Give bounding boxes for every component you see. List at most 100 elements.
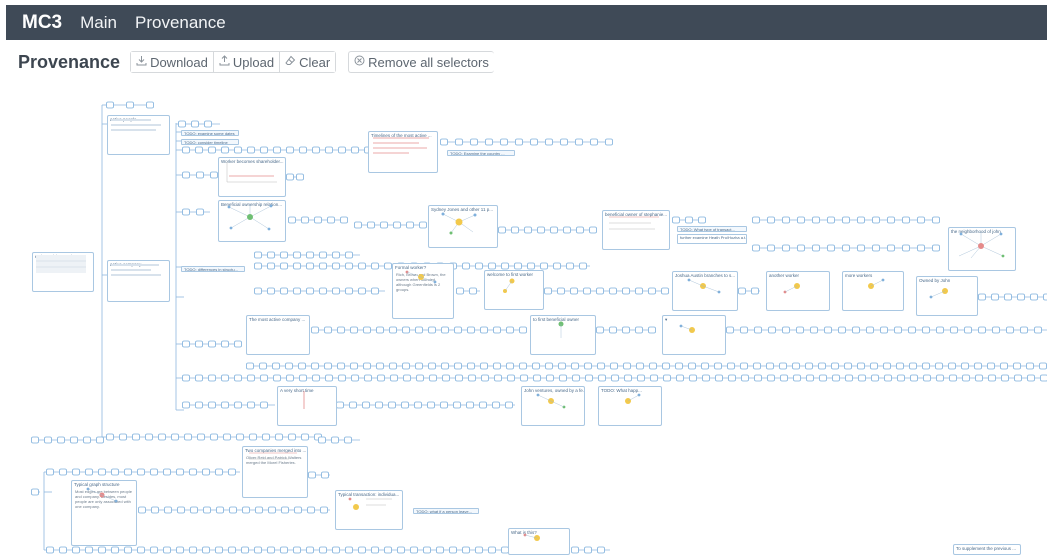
state-node[interactable] xyxy=(306,251,314,259)
card-timelines[interactable]: Timelines of the most active ... xyxy=(368,131,438,173)
state-node[interactable] xyxy=(455,138,463,146)
state-node[interactable] xyxy=(331,436,339,444)
state-node[interactable] xyxy=(698,216,706,224)
state-node[interactable] xyxy=(306,546,314,554)
state-node[interactable] xyxy=(902,244,910,252)
state-node[interactable] xyxy=(340,216,348,224)
tag-examine-dates[interactable]: TODO: examine some dates xyxy=(181,130,239,136)
state-node[interactable] xyxy=(480,362,488,370)
state-node[interactable] xyxy=(267,251,275,259)
state-node[interactable] xyxy=(98,468,106,476)
state-node[interactable] xyxy=(792,362,800,370)
state-node[interactable] xyxy=(280,287,288,295)
state-node[interactable] xyxy=(527,262,535,270)
state-node[interactable] xyxy=(609,287,617,295)
state-node[interactable] xyxy=(844,362,852,370)
state-node[interactable] xyxy=(610,362,618,370)
state-node[interactable] xyxy=(842,216,850,224)
state-node[interactable] xyxy=(229,506,237,514)
state-node[interactable] xyxy=(189,546,197,554)
state-node[interactable] xyxy=(515,138,523,146)
state-node[interactable] xyxy=(223,433,231,441)
state-node[interactable] xyxy=(132,433,140,441)
state-node[interactable] xyxy=(427,401,435,409)
state-node[interactable] xyxy=(254,546,262,554)
card-first-beneficial[interactable]: to first beneficial owner xyxy=(530,315,596,355)
state-node[interactable] xyxy=(234,401,242,409)
state-node[interactable] xyxy=(672,216,680,224)
card-formal-worker[interactable]: Formal worker? Rich, Brown and Brown, th… xyxy=(392,263,454,319)
state-node[interactable] xyxy=(384,546,392,554)
state-node[interactable] xyxy=(812,216,820,224)
state-node[interactable] xyxy=(493,362,501,370)
state-node[interactable] xyxy=(831,362,839,370)
state-node[interactable] xyxy=(454,362,462,370)
state-node[interactable] xyxy=(406,221,414,229)
card-typical-transaction[interactable]: Typical transaction: individua... xyxy=(335,490,403,530)
state-node[interactable] xyxy=(987,362,995,370)
state-node[interactable] xyxy=(978,293,986,301)
state-node[interactable] xyxy=(377,374,385,382)
state-node[interactable] xyxy=(494,374,502,382)
state-node[interactable] xyxy=(137,468,145,476)
state-node[interactable] xyxy=(260,401,268,409)
state-node[interactable] xyxy=(740,326,748,334)
state-node[interactable] xyxy=(294,506,302,514)
state-node[interactable] xyxy=(1014,374,1022,382)
tag-what-if-person[interactable]: TODO: what if a person leave... xyxy=(413,508,479,514)
state-node[interactable] xyxy=(806,374,814,382)
state-node[interactable] xyxy=(768,326,776,334)
state-node[interactable] xyxy=(137,546,145,554)
state-node[interactable] xyxy=(948,362,956,370)
state-node[interactable] xyxy=(393,221,401,229)
state-node[interactable] xyxy=(106,433,114,441)
state-node[interactable] xyxy=(197,433,205,441)
state-node[interactable] xyxy=(506,326,514,334)
state-node[interactable] xyxy=(572,374,580,382)
state-node[interactable] xyxy=(661,287,669,295)
state-node[interactable] xyxy=(1017,293,1025,301)
state-node[interactable] xyxy=(182,146,190,154)
state-node[interactable] xyxy=(570,287,578,295)
state-node[interactable] xyxy=(597,362,605,370)
state-node[interactable] xyxy=(150,468,158,476)
state-node[interactable] xyxy=(177,506,185,514)
state-node[interactable] xyxy=(782,244,790,252)
state-node[interactable] xyxy=(740,362,748,370)
state-node[interactable] xyxy=(247,401,255,409)
state-node[interactable] xyxy=(598,374,606,382)
state-node[interactable] xyxy=(389,362,397,370)
state-node[interactable] xyxy=(978,326,986,334)
state-node[interactable] xyxy=(752,244,760,252)
state-node[interactable] xyxy=(1040,374,1047,382)
state-node[interactable] xyxy=(488,546,496,554)
state-node[interactable] xyxy=(288,433,296,441)
state-node[interactable] xyxy=(827,244,835,252)
card-joshua-austin[interactable]: Joshua Austin branches to s... xyxy=(672,271,738,311)
tag-differences[interactable]: TODO: differences in structu... xyxy=(181,266,245,272)
state-node[interactable] xyxy=(1001,374,1009,382)
state-node[interactable] xyxy=(410,546,418,554)
state-node[interactable] xyxy=(988,374,996,382)
state-node[interactable] xyxy=(767,244,775,252)
state-node[interactable] xyxy=(453,401,461,409)
state-node[interactable] xyxy=(273,374,281,382)
state-node[interactable] xyxy=(286,374,294,382)
state-node[interactable] xyxy=(596,326,604,334)
state-node[interactable] xyxy=(428,326,436,334)
state-node[interactable] xyxy=(311,326,319,334)
state-node[interactable] xyxy=(293,287,301,295)
state-node[interactable] xyxy=(363,326,371,334)
state-node[interactable] xyxy=(337,326,345,334)
state-node[interactable] xyxy=(887,216,895,224)
state-node[interactable] xyxy=(780,374,788,382)
state-node[interactable] xyxy=(208,340,216,348)
state-node[interactable] xyxy=(314,216,322,224)
card-beneficial-relation[interactable]: Beneficial ownership relation... xyxy=(218,200,286,242)
state-node[interactable] xyxy=(583,287,591,295)
state-node[interactable] xyxy=(546,374,554,382)
tag-consider-timeline[interactable]: TODO: consider timeline xyxy=(181,139,239,145)
card-owned-by-john[interactable]: Owned by John xyxy=(916,276,978,316)
card-beneficial-stephanie[interactable]: beneficial owner of stephanie... xyxy=(602,210,670,250)
state-node[interactable] xyxy=(550,226,558,234)
